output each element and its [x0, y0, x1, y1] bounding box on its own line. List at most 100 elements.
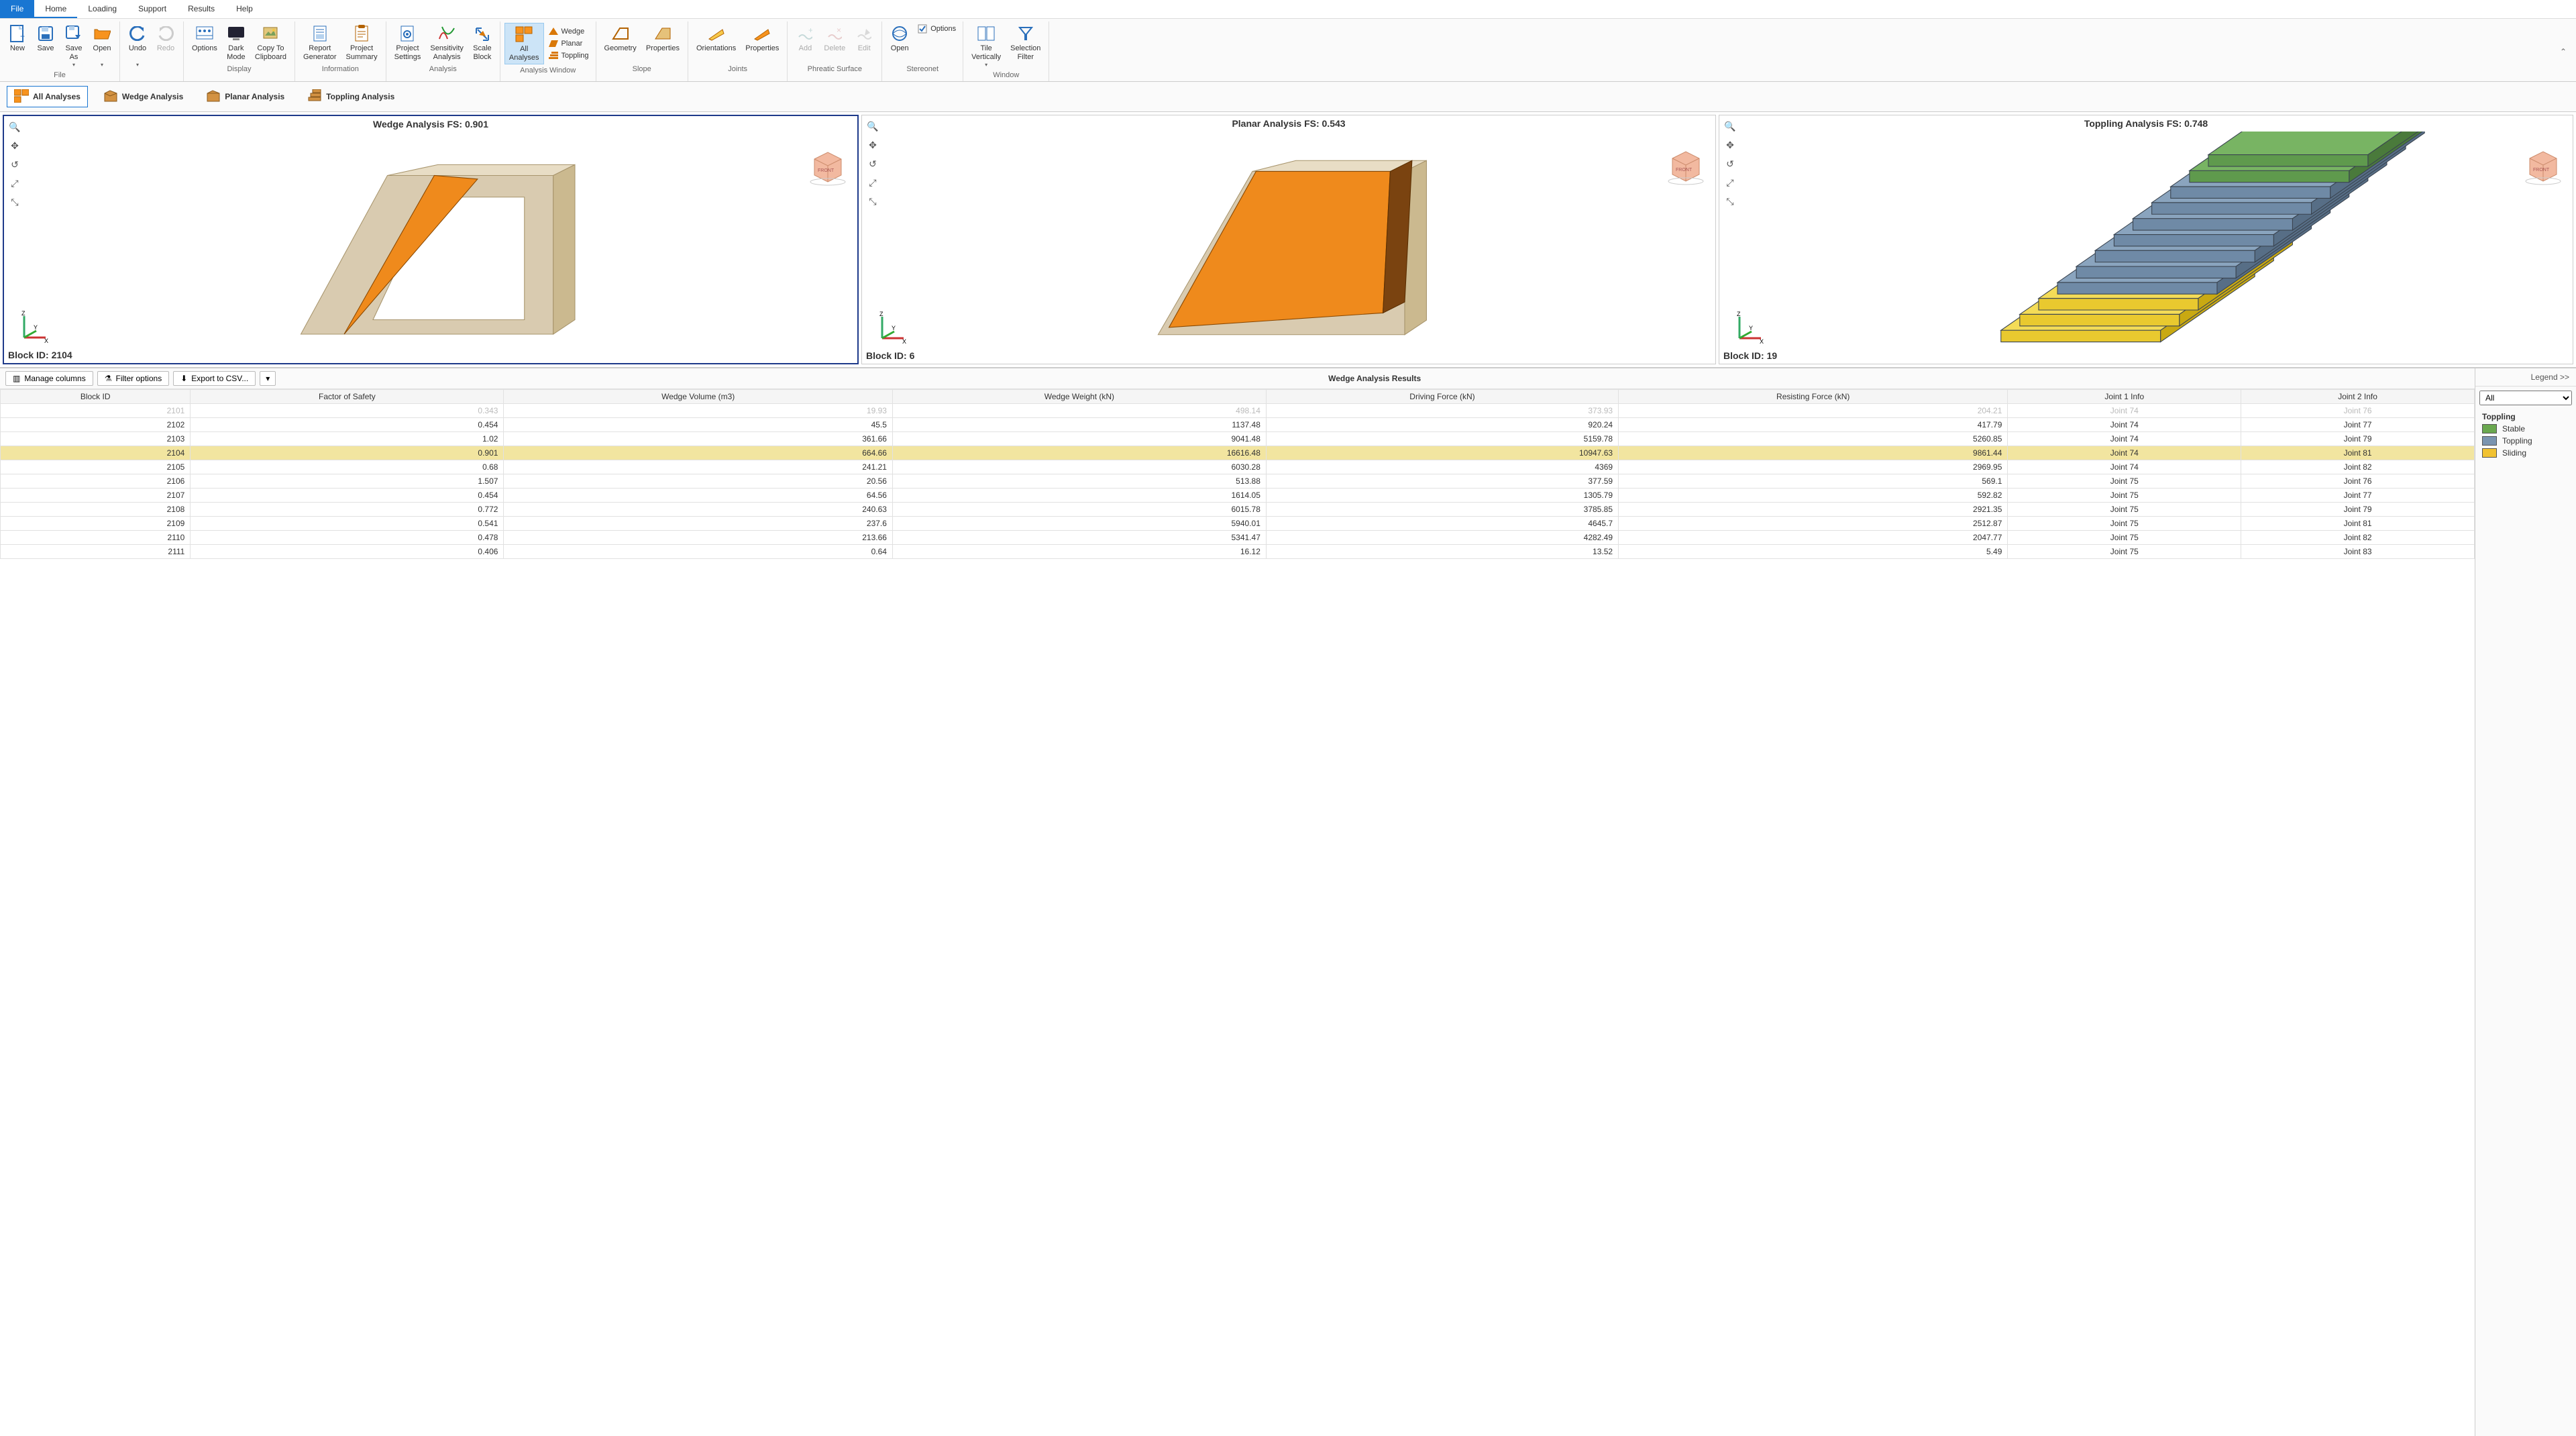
project-summary-button[interactable]: Project Summary	[342, 23, 382, 63]
table-cell: Joint 82	[2241, 531, 2475, 545]
column-header[interactable]: Joint 2 Info	[2241, 390, 2475, 404]
save-as-button[interactable]: Save As ▾	[60, 23, 87, 69]
orientation-cube[interactable]: FRONT	[2523, 148, 2563, 185]
display-options-button[interactable]: Options	[188, 23, 221, 63]
rotate-icon[interactable]: ↺	[865, 156, 881, 172]
phreatic-add-button[interactable]: + Add	[792, 23, 818, 63]
ribbon-collapse-button[interactable]: ⌃	[2551, 47, 2576, 56]
table-cell: Joint 74	[2008, 404, 2241, 418]
fit-icon[interactable]: ⤡	[7, 194, 23, 210]
project-settings-button[interactable]: Project Settings	[390, 23, 425, 63]
export-csv-button[interactable]: ⬇ Export to CSV...	[173, 371, 256, 386]
slope-properties-button[interactable]: Properties	[642, 23, 684, 63]
table-row[interactable]: 21070.45464.561614.051305.79592.82Joint …	[1, 489, 2475, 503]
dark-mode-button[interactable]: Dark Mode	[223, 23, 250, 63]
slope-geometry-button[interactable]: Geometry	[600, 23, 641, 63]
table-row[interactable]: 21110.4060.6416.1213.525.49Joint 75Joint…	[1, 545, 2475, 559]
add-water-icon: +	[796, 24, 814, 43]
planar-window-button[interactable]: Planar	[545, 38, 592, 50]
tab-planar-analysis[interactable]: Planar Analysis	[199, 86, 292, 107]
copy-clipboard-button[interactable]: Copy To Clipboard	[251, 23, 290, 63]
menu-loading[interactable]: Loading	[77, 0, 127, 18]
column-header[interactable]: Factor of Safety	[191, 390, 504, 404]
viewport-planar[interactable]: 🔍 ✥ ↺ ⤢ ⤡ Planar Analysis FS: 0.543 ZXY …	[861, 115, 1716, 364]
tab-all-analyses[interactable]: All Analyses	[7, 86, 88, 107]
viewport-toppling[interactable]: 🔍 ✥ ↺ ⤢ ⤡ Toppling Analysis FS: 0.748 ZX…	[1719, 115, 2573, 364]
tab-toppling-analysis[interactable]: Toppling Analysis	[300, 86, 402, 107]
scale-block-button[interactable]: Scale Block	[469, 23, 496, 63]
manage-columns-button[interactable]: ▥ Manage columns	[5, 371, 93, 386]
menu-home[interactable]: Home	[34, 0, 77, 18]
viewport-wedge[interactable]: 🔍 ✥ ↺ ⤢ ⤡ Wedge Analysis FS: 0.901 ZXY	[3, 115, 859, 364]
redo-button[interactable]: Redo	[152, 23, 179, 69]
viewport-canvas[interactable]: ZXY FRONT	[4, 132, 857, 363]
toppling-window-button[interactable]: Toppling	[545, 50, 592, 62]
table-row[interactable]: 21061.50720.56513.88377.59569.1Joint 75J…	[1, 474, 2475, 489]
sensitivity-analysis-button[interactable]: Sensitivity Analysis	[426, 23, 468, 63]
orientation-cube[interactable]: FRONT	[1666, 148, 1706, 185]
column-header[interactable]: Wedge Weight (kN)	[892, 390, 1266, 404]
joint-properties-button[interactable]: Properties	[741, 23, 783, 63]
table-row[interactable]: 21020.45445.51137.48920.24417.79Joint 74…	[1, 418, 2475, 432]
pan-icon[interactable]: ✥	[1722, 137, 1738, 153]
save-button[interactable]: Save	[32, 23, 59, 69]
tile-vertically-button[interactable]: Tile Vertically ▾	[967, 23, 1005, 69]
phreatic-delete-button[interactable]: × Delete	[820, 23, 849, 63]
table-cell: 9861.44	[1619, 446, 2008, 460]
filter-options-button[interactable]: ⚗ Filter options	[97, 371, 169, 386]
menu-results[interactable]: Results	[177, 0, 225, 18]
column-header[interactable]: Driving Force (kN)	[1266, 390, 1618, 404]
table-row[interactable]: 21050.68241.216030.2843692969.95Joint 74…	[1, 460, 2475, 474]
zoom-icon[interactable]: 🔍	[7, 119, 23, 135]
table-row[interactable]: 21040.901664.6616616.4810947.639861.44Jo…	[1, 446, 2475, 460]
table-cell: 2108	[1, 503, 191, 517]
legend-header[interactable]: Legend >>	[2475, 368, 2576, 387]
rotate-icon[interactable]: ↺	[1722, 156, 1738, 172]
pan-icon[interactable]: ✥	[7, 138, 23, 154]
orientation-cube[interactable]: FRONT	[808, 148, 848, 186]
expand-icon[interactable]: ⤢	[7, 175, 23, 191]
results-area: ▥ Manage columns ⚗ Filter options ⬇ Expo…	[0, 367, 2576, 1436]
all-analyses-button[interactable]: All Analyses	[504, 23, 544, 64]
stereonet-open-button[interactable]: Open	[886, 23, 913, 63]
table-cell: Joint 75	[2008, 503, 2241, 517]
viewport-canvas[interactable]: ZXY FRONT	[1719, 132, 2573, 364]
legend-filter-select[interactable]: All	[2479, 391, 2572, 405]
export-csv-dropdown[interactable]: ▾	[260, 371, 276, 386]
zoom-icon[interactable]: 🔍	[1722, 118, 1738, 134]
stereonet-options-button[interactable]: Options	[914, 23, 959, 35]
table-row[interactable]: 21100.478213.665341.474282.492047.77Join…	[1, 531, 2475, 545]
rotate-icon[interactable]: ↺	[7, 156, 23, 172]
table-row[interactable]: 21090.541237.65940.014645.72512.87Joint …	[1, 517, 2475, 531]
wedge-box-icon	[103, 89, 118, 104]
wedge-window-button[interactable]: Wedge	[545, 25, 592, 38]
open-button[interactable]: Open ▾	[89, 23, 115, 69]
column-header[interactable]: Resisting Force (kN)	[1619, 390, 2008, 404]
menu-file[interactable]: File	[0, 0, 34, 18]
new-button[interactable]: + New	[4, 23, 31, 69]
zoom-icon[interactable]: 🔍	[865, 118, 881, 134]
selection-filter-button[interactable]: Selection Filter	[1006, 23, 1044, 69]
table-row[interactable]: 21080.772240.636015.783785.852921.35Join…	[1, 503, 2475, 517]
pan-icon[interactable]: ✥	[865, 137, 881, 153]
viewport-canvas[interactable]: ZXY FRONT	[862, 132, 1715, 364]
ribbon-group-window: Tile Vertically ▾ Selection Filter Windo…	[963, 21, 1049, 81]
table-cell: 16.12	[892, 545, 1266, 559]
undo-button[interactable]: Undo ▾	[124, 23, 151, 69]
table-row[interactable]: 21010.34319.93498.14373.93204.21Joint 74…	[1, 404, 2475, 418]
expand-icon[interactable]: ⤢	[865, 174, 881, 191]
report-generator-button[interactable]: Report Generator	[299, 23, 341, 63]
column-header[interactable]: Wedge Volume (m3)	[504, 390, 893, 404]
phreatic-edit-button[interactable]: Edit	[851, 23, 877, 63]
fit-icon[interactable]: ⤡	[865, 193, 881, 209]
joint-orientations-button[interactable]: Orientations	[692, 23, 740, 63]
results-table-wrap[interactable]: Block IDFactor of SafetyWedge Volume (m3…	[0, 389, 2475, 1436]
expand-icon[interactable]: ⤢	[1722, 174, 1738, 191]
column-header[interactable]: Block ID	[1, 390, 191, 404]
table-row[interactable]: 21031.02361.669041.485159.785260.85Joint…	[1, 432, 2475, 446]
column-header[interactable]: Joint 1 Info	[2008, 390, 2241, 404]
tab-wedge-analysis[interactable]: Wedge Analysis	[96, 86, 191, 107]
menu-support[interactable]: Support	[127, 0, 177, 18]
menu-help[interactable]: Help	[225, 0, 264, 18]
fit-icon[interactable]: ⤡	[1722, 193, 1738, 209]
